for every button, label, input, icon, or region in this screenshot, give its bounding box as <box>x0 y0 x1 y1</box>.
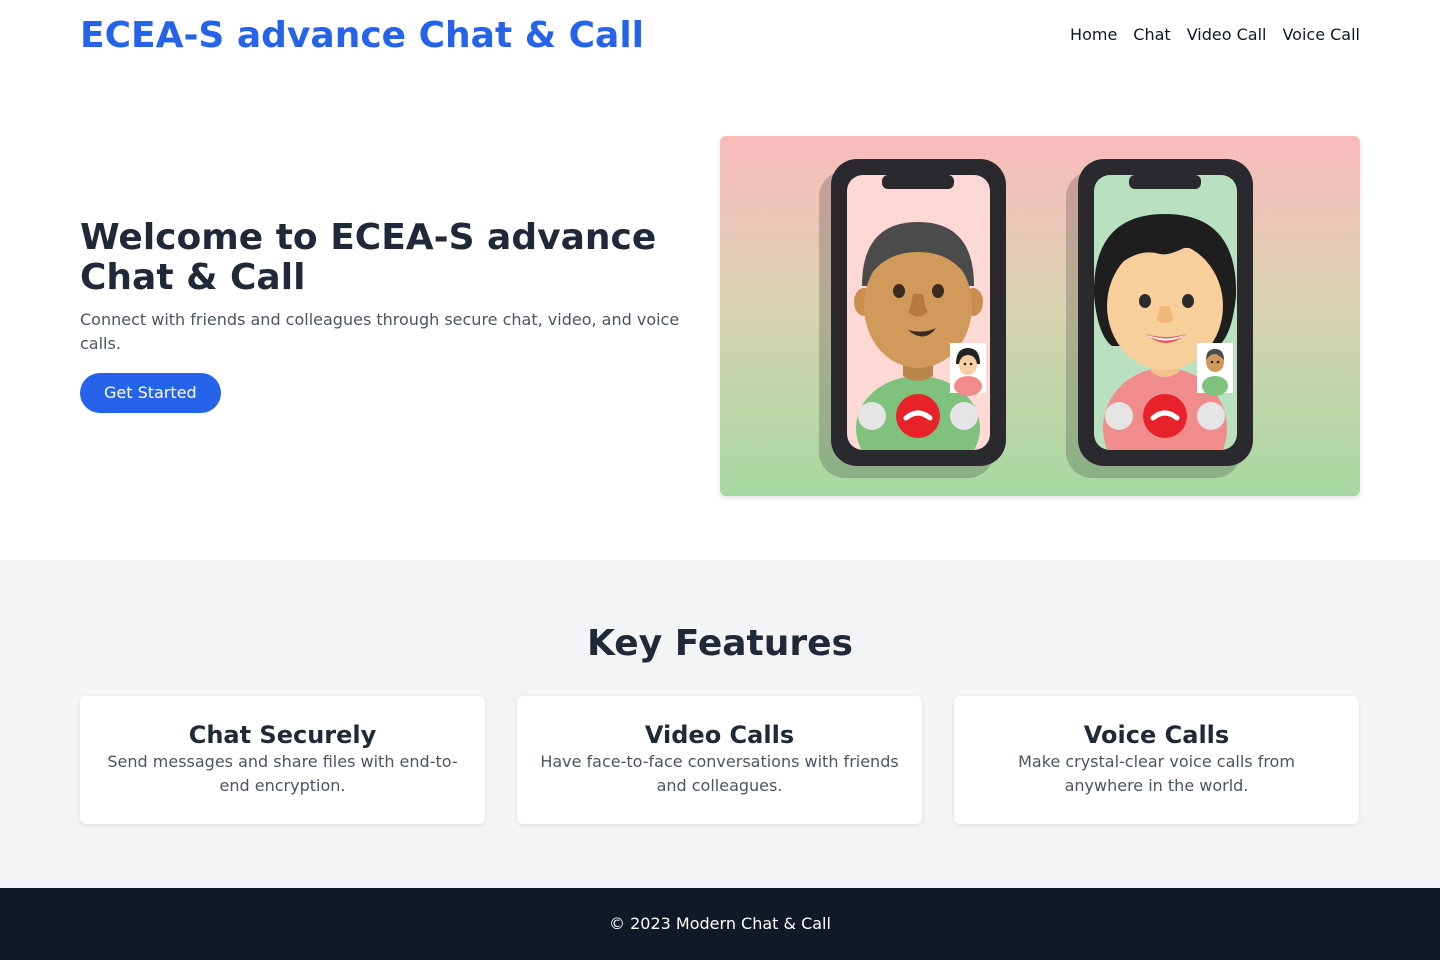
features-title: Key Features <box>587 623 853 664</box>
site-footer: © 2023 Modern Chat & Call <box>0 888 1440 960</box>
feature-card-text: Make crystal-clear voice calls from anyw… <box>1018 752 1295 795</box>
feature-card-title: Voice Calls <box>1083 721 1230 749</box>
brand-logo-text[interactable]: ECEA-S advance Chat & Call <box>80 14 644 58</box>
feature-card-video: Video Calls Have face-to-face conversati… <box>517 696 922 824</box>
hero-section: Welcome to ECEA-S advance Chat & Call Co… <box>80 218 700 413</box>
feature-card-text: Have face-to-face conversations with fri… <box>540 752 899 795</box>
feature-card-title: Video Calls <box>644 721 795 749</box>
phone-left <box>819 159 1006 478</box>
feature-card-title: Chat Securely <box>188 721 377 749</box>
nav-link-home[interactable]: Home <box>1070 24 1117 46</box>
nav-link-chat[interactable]: Chat <box>1133 24 1170 46</box>
footer-copyright: © 2023 Modern Chat & Call <box>609 914 831 933</box>
feature-cards: Chat Securely Send messages and share fi… <box>80 696 1360 824</box>
phones-illustration <box>720 136 1360 496</box>
site-header: ECEA-S advance Chat & Call Home Chat Vid… <box>0 0 1440 72</box>
feature-card-voice: Voice Calls Make crystal-clear voice cal… <box>954 696 1359 824</box>
features-section: Key Features Chat Securely Send messages… <box>0 560 1440 888</box>
hero-title: Welcome to ECEA-S advance Chat & Call <box>80 217 657 298</box>
main-nav: Home Chat Video Call Voice Call <box>1070 24 1360 46</box>
feature-card-text: Send messages and share files with end-t… <box>107 752 458 795</box>
get-started-button[interactable]: Get Started <box>80 373 221 413</box>
video-call-illustration <box>720 136 1360 496</box>
phone-right <box>1066 159 1253 478</box>
nav-link-video-call[interactable]: Video Call <box>1187 24 1267 46</box>
nav-link-voice-call[interactable]: Voice Call <box>1282 24 1360 46</box>
feature-card-chat: Chat Securely Send messages and share fi… <box>80 696 485 824</box>
hero-subtitle: Connect with friends and colleagues thro… <box>80 310 680 353</box>
